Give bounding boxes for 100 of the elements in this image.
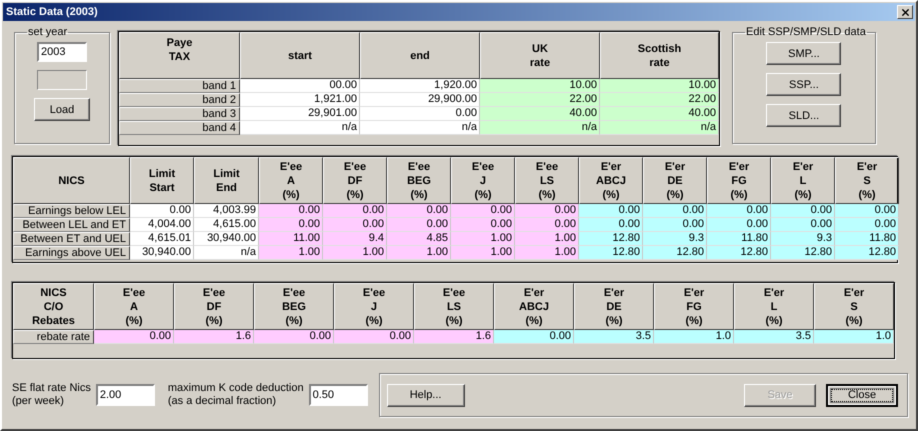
column-header: E'er FG (%) [654, 283, 734, 330]
table-cell: 0.00 [130, 204, 194, 218]
table-cell: 1.00 [323, 246, 387, 260]
column-header: E'ee BEG (%) [387, 157, 451, 204]
column-header: E'er DE (%) [574, 283, 654, 330]
table-cell: 1.00 [387, 246, 451, 260]
table-cell: 9.3 [771, 232, 835, 246]
column-header: E'ee BEG (%) [254, 283, 334, 330]
column-header: Limit End [194, 157, 259, 204]
column-header: E'er L (%) [734, 283, 814, 330]
table-cell: 40.00 [480, 107, 600, 121]
table-cell: 0.00 [323, 218, 387, 232]
edit-button[interactable]: SMP... [766, 42, 842, 65]
column-header: E'ee DF (%) [174, 283, 254, 330]
table-cell: 0.00 [835, 218, 899, 232]
column-header: E'er ABCJ (%) [494, 283, 574, 330]
table-cell: 1.00 [515, 246, 579, 260]
table-cell: 4,003.99 [194, 204, 259, 218]
table-cell: 0.00 [387, 218, 451, 232]
field-label: maximum K code deduction (as a decimal fraction) [168, 382, 304, 408]
column-header: E'er FG (%) [707, 157, 771, 204]
table-cell: 0.00 [451, 204, 515, 218]
column-header: E'er ABCJ (%) [579, 157, 643, 204]
table-cell: 1.0 [654, 330, 734, 344]
help-button[interactable]: Help... [386, 384, 465, 406]
column-header: E'ee LS (%) [414, 283, 494, 330]
row-header: Earnings below LEL [13, 204, 130, 218]
table-cell: 4,615.00 [194, 218, 259, 232]
row-header: band 1 [119, 79, 240, 93]
table-cell: 0.00 [259, 204, 323, 218]
column-header: E'er S (%) [814, 283, 894, 330]
table-cell: 0.00 [771, 218, 835, 232]
table-cell: 22.00 [600, 93, 719, 107]
load-button[interactable]: Load [34, 98, 90, 121]
table-cell: 4,615.01 [130, 232, 194, 246]
table-cell: 40.00 [600, 107, 719, 121]
table-cell: 1.0 [814, 330, 894, 344]
table-cell: 1.00 [259, 246, 323, 260]
table-cell: 0.00 [360, 107, 480, 121]
table-cell: 0.00 [259, 218, 323, 232]
column-header: E'er L (%) [771, 157, 835, 204]
edit-button[interactable]: SLD... [766, 104, 842, 127]
table-cell: 00.00 [240, 79, 360, 93]
column-header: E'ee A (%) [259, 157, 323, 204]
table-cell: 1,921.00 [240, 93, 360, 107]
corner-header: Paye TAX [119, 32, 240, 79]
column-header: start [240, 32, 360, 79]
table-cell: 0.00 [643, 204, 707, 218]
table-cell: 4.85 [387, 232, 451, 246]
input-field[interactable]: 2.00 [96, 384, 155, 406]
column-header: E'ee J (%) [451, 157, 515, 204]
table-cell: 0.00 [323, 204, 387, 218]
column-header: E'ee DF (%) [323, 157, 387, 204]
table-cell: 0.00 [579, 204, 643, 218]
table-cell: 0.00 [643, 218, 707, 232]
table-cell: 0.00 [771, 204, 835, 218]
group-label: set year [27, 26, 68, 38]
table-cell: n/a [600, 121, 719, 135]
table-cell: 29,901.00 [240, 107, 360, 121]
row-header: band 4 [119, 121, 240, 135]
row-header: Between LEL and ET [13, 218, 130, 232]
table-cell: 3.5 [574, 330, 654, 344]
field-label: SE flat rate Nics (per week) [12, 382, 91, 408]
table-cell: 0.00 [835, 204, 899, 218]
table-cell: 0.00 [515, 204, 579, 218]
table-cell: 0.00 [387, 204, 451, 218]
year-input[interactable]: 2003 [37, 42, 87, 62]
input-field[interactable]: 0.50 [308, 384, 368, 406]
table-cell: 12.80 [707, 246, 771, 260]
table-cell: 1.6 [174, 330, 254, 344]
table-cell: 0.00 [94, 330, 174, 344]
row-header: Between ET and UEL [13, 232, 130, 246]
table-cell: 1,920.00 [360, 79, 480, 93]
action-button[interactable]: Close [826, 384, 898, 406]
table-cell: 12.80 [643, 246, 707, 260]
window-title: Static Data (2003) [6, 6, 98, 18]
table-cell: 9.4 [323, 232, 387, 246]
table-cell: 9.3 [643, 232, 707, 246]
table-cell: 1.00 [451, 232, 515, 246]
group-label: Edit SSP/SMP/SLD data [745, 26, 867, 38]
close-icon [900, 6, 910, 18]
table-cell: 0.00 [334, 330, 414, 344]
row-header: band 3 [119, 107, 240, 121]
table-cell: 1.00 [515, 232, 579, 246]
table-cell: 12.80 [771, 246, 835, 260]
table-cell: 0.00 [707, 204, 771, 218]
table-cell: 11.00 [259, 232, 323, 246]
table-cell: 0.00 [254, 330, 334, 344]
table-cell: 0.00 [579, 218, 643, 232]
table-cell: 11.80 [707, 232, 771, 246]
column-header: E'ee LS (%) [515, 157, 579, 204]
close-button[interactable] [897, 5, 913, 19]
table-cell: 0.00 [451, 218, 515, 232]
table-cell: 12.80 [579, 232, 643, 246]
table-cell: 0.00 [515, 218, 579, 232]
table-cell: 0.00 [707, 218, 771, 232]
row-header: band 2 [119, 93, 240, 107]
edit-button[interactable]: SSP... [766, 73, 842, 96]
table-cell: n/a [194, 246, 259, 260]
table-cell: 4,004.00 [130, 218, 194, 232]
